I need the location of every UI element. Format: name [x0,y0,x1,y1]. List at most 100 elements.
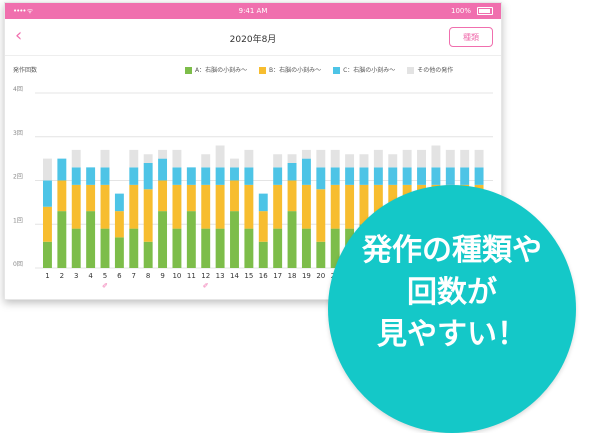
bar-segment [215,228,225,268]
bar-segment [71,184,81,229]
bar-segment [158,149,168,159]
bar-segment [445,149,455,168]
bar-segment [230,180,239,212]
bar-segment [172,149,182,168]
bar-segment [172,167,182,185]
bar-segment [230,158,239,168]
bar-segment [316,189,326,242]
bar-segment [474,167,484,185]
bar-segment [43,158,52,181]
bar-segment [273,167,283,185]
bar-segment [244,167,254,185]
x-tick-label: 13 [216,272,225,280]
bar-segment [301,228,311,268]
bar-segment [71,149,81,168]
bar-segment [172,228,182,268]
bar-segment [100,184,110,229]
x-tick-label: 12 [201,272,210,280]
bar-segment [230,167,239,181]
bar-segment [129,149,139,168]
bar-segment [43,206,52,242]
bar-segment [287,211,297,268]
bar-segment [86,184,96,212]
x-tick-label: 7 [132,272,136,280]
bar-segment [345,154,355,168]
bar-segment [71,228,81,268]
x-tick-label: 18 [288,272,297,280]
y-tick-label: 3回 [13,130,23,137]
x-tick-label: 14 [230,272,239,280]
bar-segment [330,184,340,229]
bar-segment [215,184,225,229]
bar-segment [143,163,153,190]
x-tick-label: 4 [88,272,93,280]
bar-segment [445,167,455,185]
bar-segment [301,184,311,229]
bar-segment [215,145,225,168]
bar-segment [373,167,383,185]
bar-segment [100,167,110,185]
bar-segment [201,167,211,185]
bar-segment [215,167,225,185]
bar-segment [114,211,124,238]
bar-segment [258,211,268,242]
x-tick-label: 10 [172,272,181,280]
bar-segment [143,154,153,163]
x-tick-label: 15 [244,272,253,280]
bar-segment [201,154,211,168]
bar-segment [143,189,153,242]
bar-segment [431,167,441,185]
bar-segment [301,158,311,185]
bar-segment [244,228,254,268]
bar-segment [86,211,96,268]
bar-segment [287,163,297,181]
bar-segment [402,167,412,185]
bar-segment [258,241,268,268]
bar-segment [316,241,326,268]
x-tick-label: 19 [302,272,311,280]
bar-segment [186,184,196,212]
bar-segment [316,167,326,190]
y-tick-label: 4回 [13,86,23,93]
x-tick-label: 6 [117,272,122,280]
bar-segment [417,149,426,168]
bar-segment [330,149,340,168]
callout-line-3: 見やすい！ [377,317,527,352]
y-tick-label: 1回 [13,217,23,224]
bar-segment [43,180,52,207]
bar-segment [114,237,124,268]
bar-segment [129,228,139,268]
bar-segment [129,167,139,185]
y-tick-label: 2回 [13,174,23,181]
bar-segment [100,149,110,168]
bar-segment [287,180,297,212]
bar-segment [114,193,124,212]
bar-segment [57,180,67,212]
bar-segment [388,154,398,168]
x-tick-label: 16 [259,272,268,280]
callout-line-1: 発作の種類や [362,233,542,268]
bar-segment [402,149,412,168]
memo-marker-icon: ✐ [102,282,108,290]
x-tick-label: 3 [74,272,78,280]
x-tick-label: 9 [160,272,164,280]
bar-segment [86,167,96,185]
x-tick-label: 11 [187,272,196,280]
bar-segment [417,167,426,185]
bar-segment [172,184,182,229]
bar-segment [158,158,168,181]
bar-segment [230,211,239,268]
x-tick-label: 8 [146,272,150,280]
bar-segment [373,149,383,168]
bar-segment [244,184,254,229]
bar-segment [273,184,283,229]
x-tick-label: 1 [45,272,49,280]
bar-segment [100,228,110,268]
bar-segment [57,158,67,181]
bar-segment [316,149,326,168]
x-tick-label: 5 [103,272,107,280]
bar-segment [186,211,196,268]
x-tick-label: 20 [316,272,325,280]
bar-segment [201,184,211,229]
callout-line-2: 回数が [407,275,497,310]
